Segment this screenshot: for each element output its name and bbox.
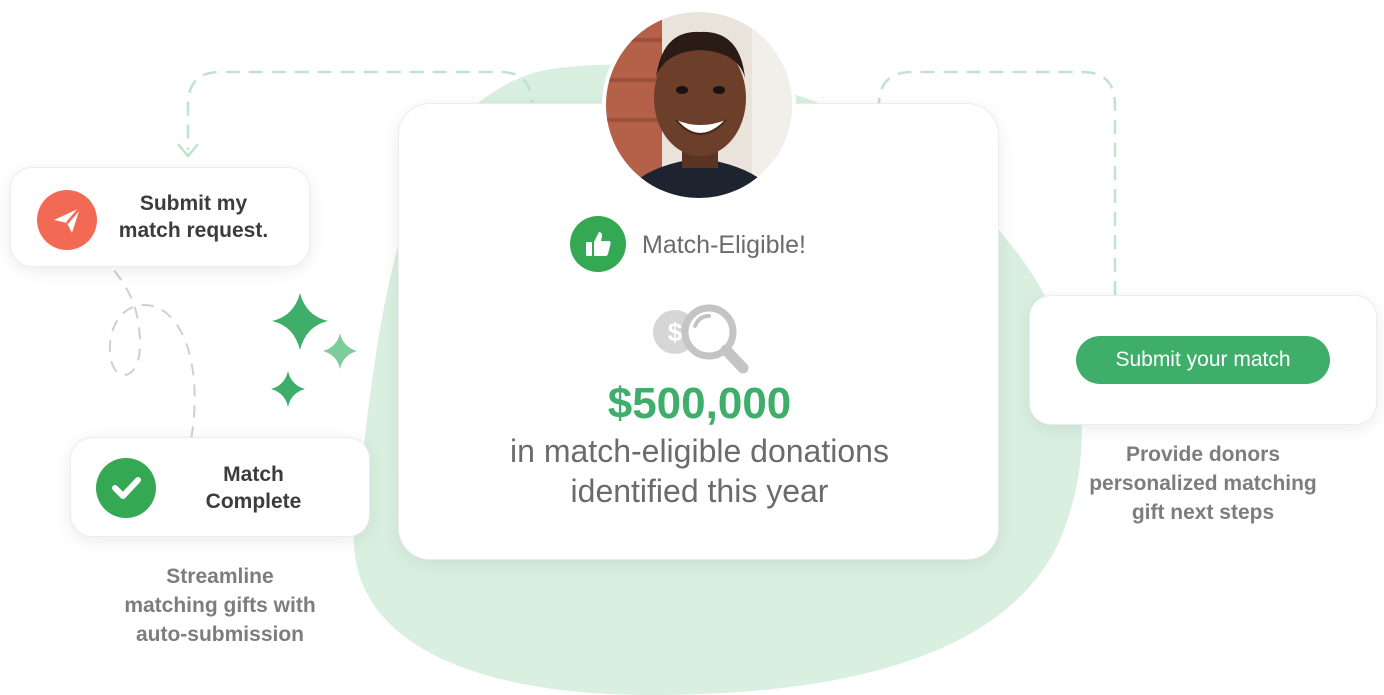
caption-right-line3: gift next steps bbox=[1131, 501, 1275, 524]
sparkle-large-icon bbox=[272, 293, 328, 350]
thumbs-up-icon bbox=[570, 216, 626, 272]
submit-your-match-button[interactable]: Submit your match bbox=[1076, 336, 1330, 384]
eligible-amount: $500,000 bbox=[607, 379, 792, 428]
description-line2: identified this year bbox=[570, 473, 829, 509]
eligible-description: in match-eligible donations identified t… bbox=[459, 431, 940, 511]
match-complete-label: Match Complete bbox=[181, 461, 326, 515]
match-eligible-label: Match-Eligible! bbox=[642, 231, 806, 259]
submit-request-line1: Submit my bbox=[139, 192, 248, 215]
sparkle-small-icon bbox=[271, 371, 305, 407]
match-complete-line2: Complete bbox=[205, 490, 302, 513]
caption-right-line1: Provide donors bbox=[1125, 443, 1281, 466]
donor-avatar bbox=[602, 8, 796, 202]
caption-right: Provide donors personalized matching gif… bbox=[1063, 440, 1343, 527]
caption-right-line2: personalized matching bbox=[1089, 472, 1317, 495]
checkmark-icon bbox=[96, 458, 156, 518]
caption-left: Streamline matching gifts with auto-subm… bbox=[90, 562, 350, 649]
match-complete-line1: Match bbox=[223, 463, 284, 486]
caption-left-line3: auto-submission bbox=[135, 623, 304, 646]
paper-plane-icon bbox=[37, 190, 97, 250]
submit-request-line2: match request. bbox=[118, 219, 269, 242]
description-line1: in match-eligible donations bbox=[510, 433, 889, 469]
match-complete-card: Match Complete bbox=[70, 437, 370, 537]
submit-request-card: Submit my match request. bbox=[10, 167, 310, 267]
submit-request-label: Submit my match request. bbox=[111, 190, 276, 244]
caption-left-line2: matching gifts with bbox=[124, 594, 316, 617]
caption-left-line1: Streamline bbox=[166, 565, 274, 588]
dashed-loop-connector bbox=[99, 254, 196, 446]
sparkle-medium-icon bbox=[323, 333, 357, 369]
submit-match-card: Submit your match bbox=[1029, 295, 1377, 425]
dollar-search-icon: $ bbox=[653, 304, 749, 374]
svg-text:$: $ bbox=[668, 317, 683, 347]
